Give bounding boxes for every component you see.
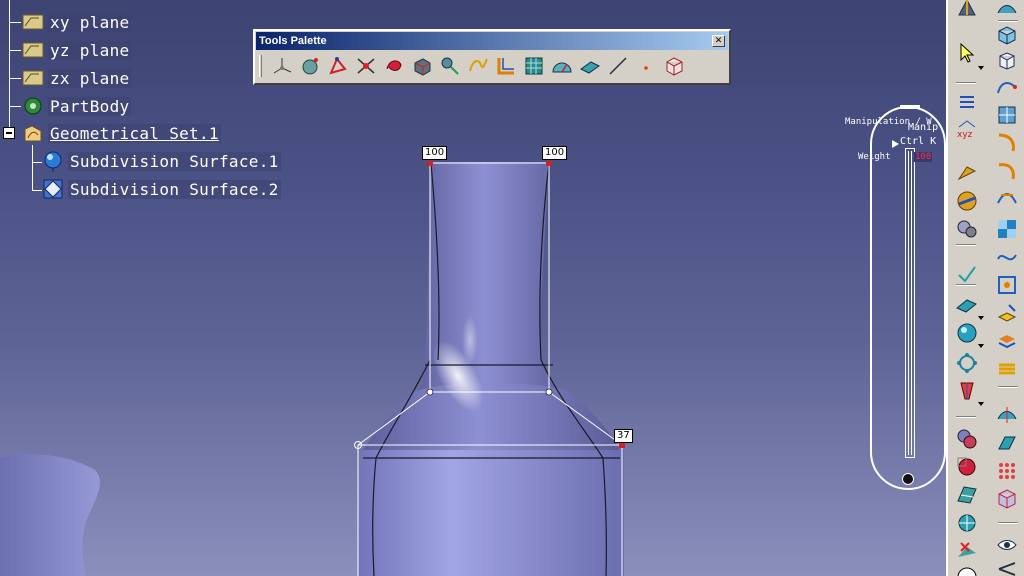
cut-icon[interactable] — [994, 558, 1020, 576]
svg-text:xyz: xyz — [957, 130, 973, 140]
sphere-mesh-icon[interactable] — [954, 510, 980, 536]
vertex-select-icon[interactable] — [324, 52, 352, 80]
tree-item-label: zx plane — [48, 68, 132, 88]
twist-icon[interactable] — [380, 52, 408, 80]
ribbed-surface-icon[interactable] — [954, 482, 980, 508]
weight-manipulator[interactable] — [870, 105, 946, 490]
3d-box-icon[interactable] — [994, 22, 1020, 48]
collapse-toggle[interactable] — [3, 127, 15, 139]
bottle-shoulder — [363, 383, 620, 450]
plane-face-icon[interactable] — [576, 52, 604, 80]
sphere-point-icon[interactable] — [296, 52, 324, 80]
grid-icon[interactable] — [520, 52, 548, 80]
tools-palette[interactable]: Tools Palette ✕ — [253, 29, 731, 85]
workbench-icon[interactable] — [954, 0, 980, 22]
checker-icon[interactable] — [994, 216, 1020, 242]
cube-outline-icon[interactable] — [994, 48, 1020, 74]
manipulator-ctrl-text: Ctrl K — [900, 136, 937, 147]
tree-item-subdivision-surface-1[interactable]: Subdivision Surface.1 — [42, 149, 281, 173]
weight-pointer-icon — [892, 140, 899, 148]
tools-palette-title: Tools Palette — [259, 35, 327, 47]
cube-3d-icon[interactable] — [994, 486, 1020, 512]
line-icon[interactable] — [604, 52, 632, 80]
circle-pattern-icon[interactable] — [954, 350, 980, 376]
plane-icon — [22, 68, 44, 88]
weight-value: 100 — [914, 152, 933, 162]
subdivision-surface-icon — [42, 179, 64, 199]
geometrical-set-icon — [22, 123, 44, 143]
list-icon[interactable] — [954, 90, 980, 116]
extrude-icon[interactable] — [994, 430, 1020, 456]
nozzle-icon[interactable] — [954, 378, 980, 404]
surface-patch-icon[interactable] — [994, 0, 1020, 22]
spheres-icon[interactable] — [954, 426, 980, 452]
right-toolbar: xyz — [946, 0, 1024, 576]
corner-icon[interactable] — [492, 52, 520, 80]
bottle-body — [358, 450, 624, 576]
vertex-weight-label: 100 — [422, 146, 448, 160]
vertex-weight-label: 100 — [542, 146, 568, 160]
plane-surface-icon[interactable] — [954, 292, 980, 318]
weight-slider-track[interactable] — [905, 148, 915, 458]
layer-edit-icon[interactable] — [994, 300, 1020, 326]
sweep-icon[interactable] — [954, 160, 980, 186]
plane-icon — [22, 12, 44, 32]
weight-slider-thumb[interactable] — [902, 473, 914, 485]
clock-icon[interactable] — [954, 564, 980, 576]
weight-slider-fill — [908, 151, 912, 455]
subdivision-surface-2-shape — [0, 454, 100, 576]
wave-icon[interactable] — [994, 244, 1020, 270]
sphere-pair-icon[interactable] — [954, 216, 980, 242]
tree-item-label: PartBody — [48, 96, 132, 116]
sphere-band-icon[interactable] — [954, 188, 980, 214]
tree-item-zx-plane[interactable]: zx plane — [22, 66, 132, 90]
tree-item-partbody[interactable]: PartBody — [22, 94, 132, 118]
layers-icon[interactable] — [994, 328, 1020, 354]
path-icon[interactable] — [464, 52, 492, 80]
tree-item-yz-plane[interactable]: yz plane — [22, 38, 132, 62]
tree-item-label: yz plane — [48, 40, 132, 60]
tree-item-geometrical-set[interactable]: Geometrical Set.1 — [22, 121, 221, 145]
tree-item-label: Subdivision Surface.1 — [68, 151, 281, 171]
tree-item-label: xy plane — [48, 12, 132, 32]
attract-icon[interactable] — [436, 52, 464, 80]
manipulator-manip-text: Manip — [908, 122, 939, 133]
delete-surface-icon[interactable] — [954, 538, 980, 564]
tree-item-subdivision-surface-2[interactable]: Subdivision Surface.2 — [42, 177, 281, 201]
sphere-icon[interactable] — [954, 320, 980, 346]
part-body-icon — [22, 96, 44, 116]
weight-label: Weight — [858, 152, 891, 162]
tree-item-label: Subdivision Surface.2 — [68, 179, 281, 199]
tree-item-xy-plane[interactable]: xy plane — [22, 10, 132, 34]
plane-icon — [22, 40, 44, 60]
face-icon[interactable] — [408, 52, 436, 80]
vertex-weight-label: 37 — [614, 429, 633, 443]
select-arrow-icon[interactable] — [954, 40, 980, 66]
cube-icon[interactable] — [660, 52, 688, 80]
point-icon[interactable] — [632, 52, 660, 80]
tree-item-label: Geometrical Set.1 — [48, 123, 221, 143]
surface-blend-icon[interactable] — [994, 186, 1020, 212]
close-button[interactable]: ✕ — [712, 35, 725, 47]
eye-icon[interactable] — [994, 532, 1020, 558]
subdivision-surface-icon — [42, 151, 64, 172]
manipulator-top-handle[interactable] — [900, 105, 920, 109]
stack-icon[interactable] — [994, 356, 1020, 382]
toolbar-grip[interactable] — [259, 55, 262, 77]
axis-icon[interactable] — [268, 52, 296, 80]
dots-pattern-icon[interactable] — [994, 458, 1020, 484]
tools-palette-titlebar[interactable]: Tools Palette ✕ — [256, 32, 728, 50]
patch-icon[interactable] — [994, 102, 1020, 128]
split-icon[interactable] — [994, 402, 1020, 428]
frame-icon[interactable] — [994, 272, 1020, 298]
xyz-axis-icon[interactable]: xyz — [954, 116, 980, 142]
curve-projection-icon[interactable] — [994, 74, 1020, 100]
protractor-icon[interactable] — [548, 52, 576, 80]
curve-icon[interactable] — [994, 130, 1020, 156]
edge-select-icon[interactable] — [352, 52, 380, 80]
curve-2-icon[interactable] — [994, 158, 1020, 184]
sphere-red-icon[interactable] — [954, 454, 980, 480]
